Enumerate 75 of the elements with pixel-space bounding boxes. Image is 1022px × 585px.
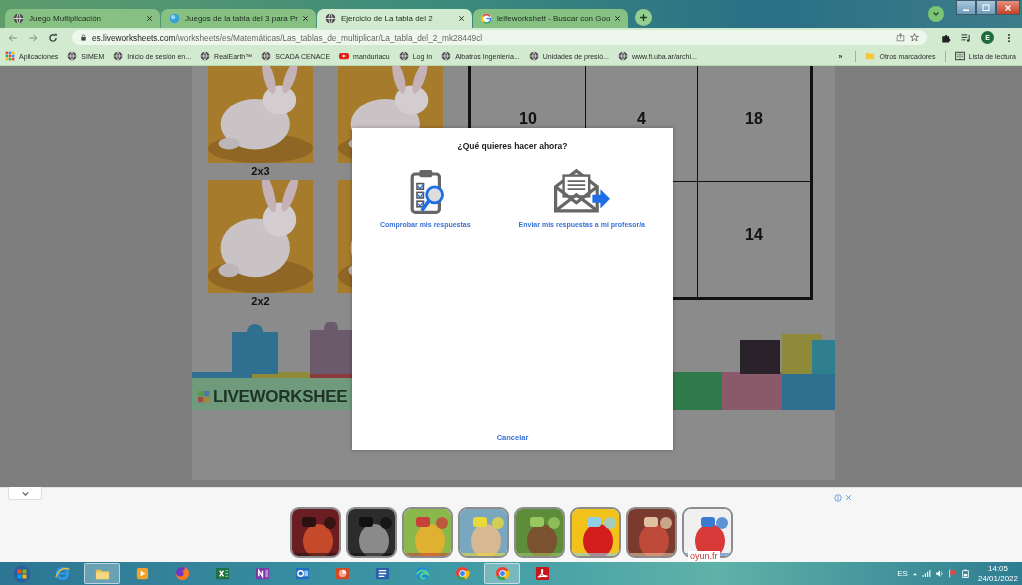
signal-icon[interactable]	[921, 569, 931, 578]
logo-icon	[198, 391, 210, 403]
close-icon[interactable]	[458, 15, 465, 22]
new-tab-button[interactable]	[635, 9, 652, 26]
folder-icon	[865, 51, 876, 61]
apps-grid-icon	[5, 51, 15, 61]
table-cell: 4	[637, 110, 646, 128]
wave-icon	[414, 566, 430, 581]
book-icon	[954, 51, 965, 61]
tab-search-button[interactable]	[928, 6, 944, 22]
close-icon[interactable]	[302, 15, 309, 22]
table-cell: 18	[745, 110, 763, 128]
document-icon	[374, 566, 390, 581]
globe-icon	[113, 51, 124, 61]
chevron-down-icon	[932, 10, 940, 18]
clock[interactable]: 14:05 24/01/2022	[977, 563, 1018, 584]
globe-icon	[398, 51, 409, 61]
swirl-icon	[54, 566, 70, 581]
curl-icon	[534, 566, 550, 581]
back-icon[interactable]	[8, 32, 18, 43]
globe-icon	[261, 51, 272, 61]
close-icon[interactable]	[614, 15, 621, 22]
taskbar-button[interactable]	[484, 563, 520, 584]
sphere-icon	[169, 13, 180, 24]
language-indicator[interactable]: ES	[897, 569, 908, 578]
globe-icon	[617, 51, 628, 61]
minimize-button[interactable]	[956, 0, 976, 15]
share-icon[interactable]	[896, 33, 905, 42]
flag-icon[interactable]	[947, 569, 957, 578]
brand-text: oyun.fr	[688, 551, 720, 561]
globe-icon	[325, 13, 336, 24]
browser-tab[interactable]: Juego Multiplicación	[5, 9, 160, 28]
start-icon	[13, 564, 31, 583]
table-cell: 14	[745, 226, 763, 244]
browser-tab[interactable]: Juegos de la tabla del 3 para Pr	[161, 9, 316, 28]
globe-icon	[200, 51, 211, 61]
battery-icon[interactable]	[960, 569, 970, 578]
globe-icon	[528, 51, 539, 61]
flame-globe-icon	[174, 566, 190, 581]
tile-label: 2x2	[250, 294, 271, 309]
tile-label: 2x3	[250, 164, 271, 179]
ring-icon	[494, 566, 510, 581]
star-icon[interactable]	[910, 33, 919, 42]
close-button[interactable]	[996, 0, 1020, 15]
collapse-button[interactable]	[8, 487, 42, 500]
info-icon[interactable]	[834, 494, 842, 502]
lock-icon	[80, 34, 87, 41]
forward-icon[interactable]	[28, 32, 38, 43]
close-icon[interactable]	[146, 15, 153, 22]
maximize-button[interactable]	[976, 0, 996, 15]
ring-icon	[454, 566, 470, 581]
speaker-icon[interactable]	[934, 569, 944, 578]
address-field[interactable]: es.liveworksheets.com/worksheets/es/Matemáticas/Las_tablas_de_multiplicar/La_tabla_del_2_mk28449cl	[72, 30, 927, 45]
plus-icon	[639, 13, 648, 22]
play-icon	[134, 566, 150, 581]
notebook-icon	[254, 566, 270, 581]
slides-icon	[334, 566, 350, 581]
reload-icon[interactable]	[48, 32, 58, 43]
browser-tab[interactable]: Ejercicio de La tabla del 2	[317, 9, 472, 28]
globe-icon	[67, 51, 78, 61]
browser-tab[interactable]: leifeworkshett - Buscar con Goo	[473, 9, 628, 28]
logo-text: LIVEWORKSHEE	[213, 387, 348, 407]
mail-icon	[294, 566, 310, 581]
ring-icon	[481, 13, 492, 24]
table-cell: 10	[519, 110, 537, 128]
spreadsheet-icon	[214, 566, 230, 581]
puzzle-icon[interactable]	[941, 32, 951, 43]
dialog-title: ¿Qué quieres hacer ahora?	[457, 141, 568, 151]
close-icon	[1004, 3, 1012, 12]
globe-icon	[13, 13, 24, 24]
maximize-icon	[982, 3, 990, 12]
globe-icon	[441, 51, 452, 61]
media-list-icon[interactable]	[961, 32, 971, 43]
play-icon	[339, 51, 350, 61]
caret-up-icon[interactable]	[911, 570, 918, 577]
